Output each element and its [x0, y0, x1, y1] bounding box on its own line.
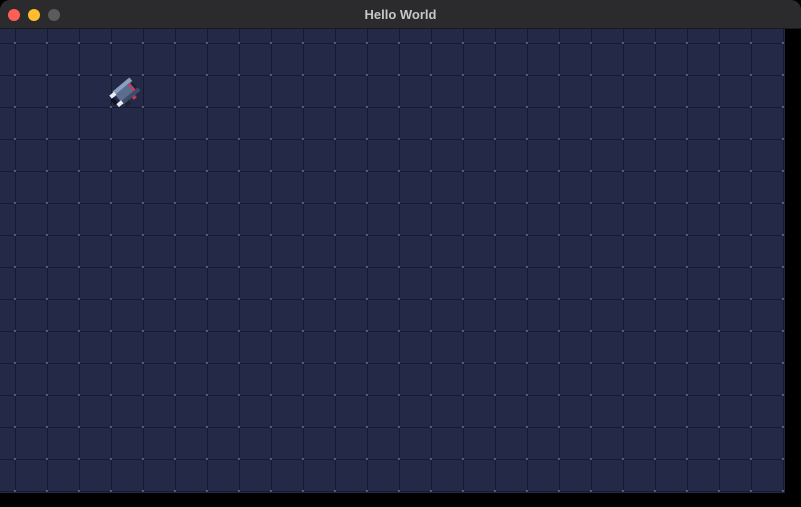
- game-canvas[interactable]: [0, 29, 785, 493]
- window-title: Hello World: [364, 7, 437, 22]
- bottom-window-edge: [0, 493, 801, 507]
- robot-sprite-icon: [109, 77, 141, 108]
- title-bar[interactable]: Hello World: [0, 0, 801, 29]
- right-window-edge: [785, 29, 801, 507]
- app-window: Hello World: [0, 0, 801, 507]
